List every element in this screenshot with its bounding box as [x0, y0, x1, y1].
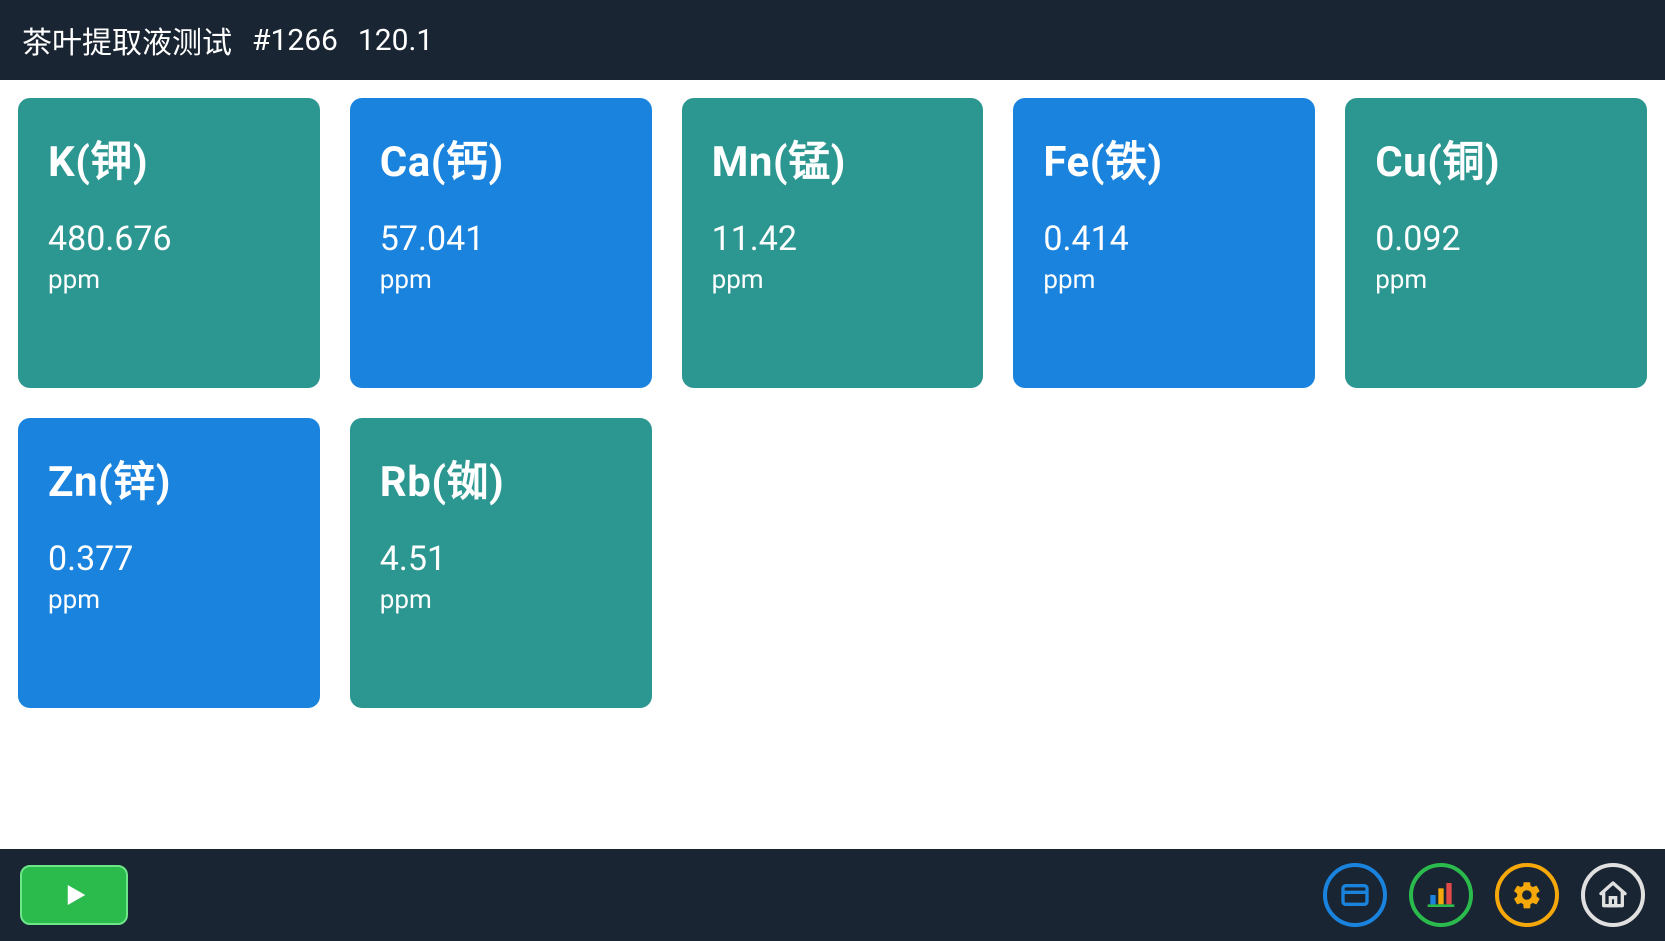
element-label: Cu(铜) — [1375, 128, 1617, 189]
footer-actions — [1323, 863, 1645, 927]
bar-chart-icon — [1425, 879, 1457, 911]
element-unit: ppm — [380, 585, 622, 615]
chart-view-button[interactable] — [1409, 863, 1473, 927]
element-value: 4.51 — [380, 539, 622, 579]
element-value: 11.42 — [712, 219, 954, 259]
card-view-button[interactable] — [1323, 863, 1387, 927]
element-label: Mn(锰) — [712, 128, 954, 189]
home-button[interactable] — [1581, 863, 1645, 927]
element-label: Rb(铷) — [380, 448, 622, 509]
element-unit: ppm — [48, 585, 290, 615]
header-value: 120.1 — [358, 23, 433, 58]
element-tile[interactable]: Ca(钙) 57.041 ppm — [350, 98, 652, 388]
card-icon — [1339, 879, 1371, 911]
header-bar: 茶叶提取液测试 #1266 120.1 — [0, 0, 1665, 80]
element-value: 0.092 — [1375, 219, 1617, 259]
element-unit: ppm — [1375, 265, 1617, 295]
gear-icon — [1511, 879, 1543, 911]
element-tile[interactable]: Cu(铜) 0.092 ppm — [1345, 98, 1647, 388]
play-icon — [59, 880, 89, 910]
settings-button[interactable] — [1495, 863, 1559, 927]
element-unit: ppm — [1043, 265, 1285, 295]
element-unit: ppm — [48, 265, 290, 295]
test-title: 茶叶提取液测试 — [22, 18, 232, 62]
element-tile[interactable]: K(钾) 480.676 ppm — [18, 98, 320, 388]
element-unit: ppm — [380, 265, 622, 295]
element-tile[interactable]: Zn(锌) 0.377 ppm — [18, 418, 320, 708]
footer-bar — [0, 849, 1665, 941]
element-value: 57.041 — [380, 219, 622, 259]
element-value: 480.676 — [48, 219, 290, 259]
element-tile[interactable]: Mn(锰) 11.42 ppm — [682, 98, 984, 388]
tile-grid: K(钾) 480.676 ppm Ca(钙) 57.041 ppm Mn(锰) 11.42 pp… — [0, 80, 1665, 849]
element-value: 0.414 — [1043, 219, 1285, 259]
element-tile[interactable]: Fe(铁) 0.414 ppm — [1013, 98, 1315, 388]
play-button[interactable] — [20, 865, 128, 925]
element-label: Ca(钙) — [380, 128, 622, 189]
element-tile[interactable]: Rb(铷) 4.51 ppm — [350, 418, 652, 708]
home-icon — [1597, 879, 1629, 911]
element-label: K(钾) — [48, 128, 290, 189]
element-label: Zn(锌) — [48, 448, 290, 509]
sample-id: #1266 — [252, 23, 338, 58]
element-value: 0.377 — [48, 539, 290, 579]
element-unit: ppm — [712, 265, 954, 295]
element-label: Fe(铁) — [1043, 128, 1285, 189]
